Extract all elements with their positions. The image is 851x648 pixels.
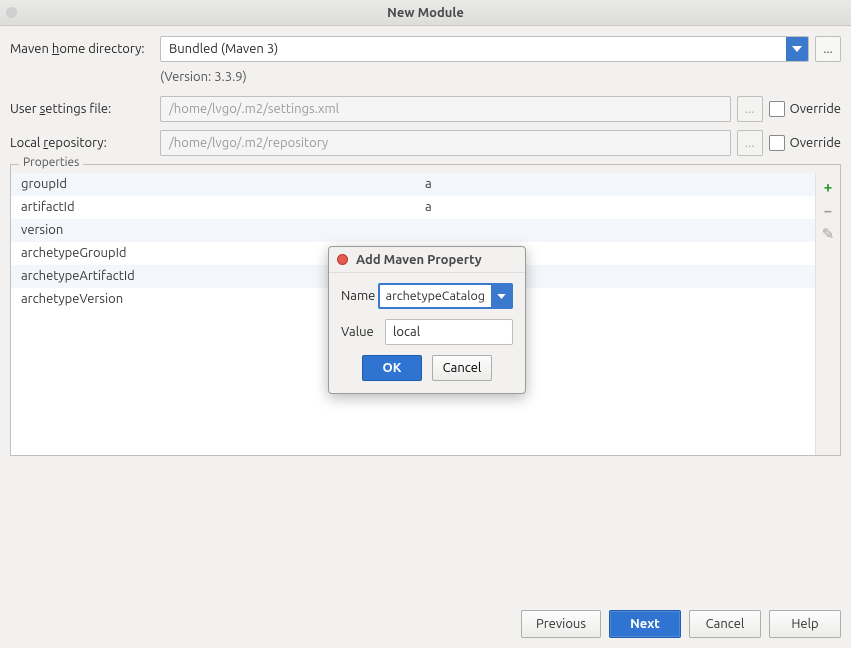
add-maven-property-dialog: Add Maven Property Name archetypeCatalog… bbox=[328, 246, 526, 394]
local-repo-label: Local repository: bbox=[10, 136, 160, 150]
next-button[interactable]: Next bbox=[609, 610, 681, 638]
local-repo-browse-button[interactable]: ... bbox=[737, 130, 763, 156]
remove-property-button[interactable]: − bbox=[819, 201, 837, 219]
user-settings-input bbox=[160, 96, 731, 122]
add-property-button[interactable]: + bbox=[819, 177, 837, 195]
user-settings-label: User settings file: bbox=[10, 102, 160, 116]
table-row[interactable]: artifactId a bbox=[11, 196, 815, 219]
checkbox-icon bbox=[769, 101, 785, 117]
window-close-dot[interactable] bbox=[6, 7, 17, 18]
dialog-title: Add Maven Property bbox=[356, 253, 482, 267]
properties-legend: Properties bbox=[19, 156, 83, 169]
properties-toolbar: + − ✎ bbox=[816, 173, 840, 455]
dialog-cancel-button[interactable]: Cancel bbox=[432, 355, 492, 381]
user-settings-row: User settings file: ... Override bbox=[10, 96, 841, 122]
user-settings-browse-button[interactable]: ... bbox=[737, 96, 763, 122]
chevron-down-icon bbox=[786, 37, 808, 61]
table-row[interactable]: version bbox=[11, 219, 815, 242]
local-repo-row: Local repository: ... Override bbox=[10, 130, 841, 156]
checkbox-icon bbox=[769, 135, 785, 151]
local-repo-override[interactable]: Override bbox=[769, 135, 841, 151]
table-row[interactable]: groupId a bbox=[11, 173, 815, 196]
prop-key: groupId bbox=[11, 173, 421, 196]
wizard-buttons: Previous Next Cancel Help bbox=[521, 610, 841, 638]
prop-key: artifactId bbox=[11, 196, 421, 219]
maven-home-value: Bundled (Maven 3) bbox=[161, 37, 786, 61]
property-name-value: archetypeCatalog bbox=[380, 285, 491, 307]
local-repo-input bbox=[160, 130, 731, 156]
edit-property-button[interactable]: ✎ bbox=[819, 225, 837, 243]
maven-home-label: Maven home directory: bbox=[10, 42, 160, 56]
user-settings-override[interactable]: Override bbox=[769, 101, 841, 117]
name-label: Name bbox=[341, 289, 378, 303]
window-title: New Module bbox=[0, 6, 851, 20]
dialog-close-icon[interactable] bbox=[337, 254, 348, 265]
main-content: Maven home directory: Bundled (Maven 3) … bbox=[0, 26, 851, 462]
maven-version-row: (Version: 3.3.9) bbox=[10, 70, 841, 84]
titlebar: New Module bbox=[0, 0, 851, 26]
override-label: Override bbox=[790, 102, 841, 116]
maven-home-browse-button[interactable]: ... bbox=[815, 36, 841, 62]
previous-button[interactable]: Previous bbox=[521, 610, 601, 638]
prop-value: a bbox=[421, 173, 815, 196]
prop-value: a bbox=[421, 196, 815, 219]
ok-button[interactable]: OK bbox=[362, 355, 422, 381]
prop-value bbox=[421, 219, 815, 242]
maven-home-row: Maven home directory: Bundled (Maven 3) … bbox=[10, 36, 841, 62]
property-name-combobox[interactable]: archetypeCatalog bbox=[378, 283, 513, 309]
prop-key: version bbox=[11, 219, 421, 242]
maven-version-label: (Version: 3.3.9) bbox=[160, 70, 247, 84]
help-button[interactable]: Help bbox=[769, 610, 841, 638]
value-label: Value bbox=[341, 325, 385, 339]
chevron-down-icon bbox=[491, 285, 511, 307]
override-label: Override bbox=[790, 136, 841, 150]
maven-home-combobox[interactable]: Bundled (Maven 3) bbox=[160, 36, 809, 62]
cancel-button[interactable]: Cancel bbox=[689, 610, 761, 638]
dialog-titlebar: Add Maven Property bbox=[329, 247, 525, 273]
property-value-input[interactable] bbox=[385, 319, 513, 345]
